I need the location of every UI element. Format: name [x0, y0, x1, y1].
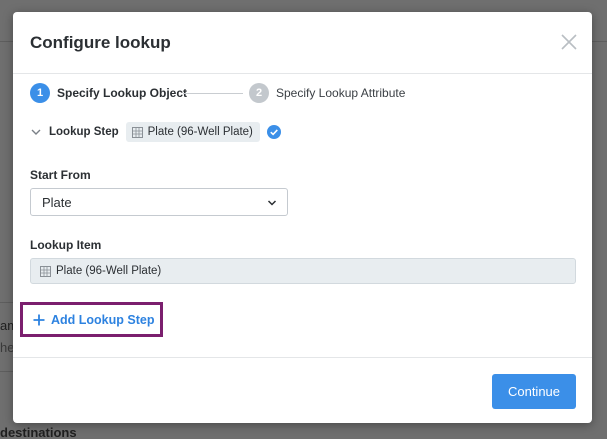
configure-lookup-modal: Configure lookup 1 Specify Lookup Object… — [13, 12, 592, 423]
check-circle-icon — [266, 125, 281, 139]
background-divider — [0, 371, 13, 372]
step-connector — [183, 93, 243, 94]
close-icon — [561, 34, 577, 50]
step-number-badge: 1 — [30, 83, 50, 103]
lookup-item-label: Lookup Item — [30, 238, 102, 252]
lookup-step-chip-label: Plate (96-Well Plate) — [147, 126, 253, 138]
close-button[interactable] — [559, 32, 579, 52]
continue-button[interactable]: Continue — [492, 374, 576, 409]
background-divider — [0, 302, 13, 303]
step-specify-lookup-object[interactable]: 1 Specify Lookup Object — [30, 83, 187, 103]
start-from-select[interactable]: Plate — [30, 188, 288, 216]
lookup-item-value: Plate (96-Well Plate) — [56, 265, 162, 277]
grid-icon — [40, 265, 51, 277]
add-lookup-step-button[interactable]: Add Lookup Step — [20, 302, 163, 337]
lookup-step-row[interactable]: Lookup Step Plate (96-Well Plate) — [30, 122, 281, 142]
add-lookup-step-label: Add Lookup Step — [51, 312, 155, 327]
header-divider — [13, 73, 592, 74]
step-specify-lookup-attribute[interactable]: 2 Specify Lookup Attribute — [249, 83, 405, 103]
lookup-item-field: Plate (96-Well Plate) — [30, 258, 576, 284]
start-from-label: Start From — [30, 168, 91, 182]
step-label: Specify Lookup Object — [57, 86, 188, 100]
chevron-down-icon[interactable] — [30, 126, 42, 138]
lookup-step-label: Lookup Step — [49, 126, 119, 138]
start-from-value: Plate — [42, 194, 72, 210]
background-text: destinations — [0, 425, 77, 439]
plus-icon — [33, 314, 45, 325]
footer-divider — [13, 357, 592, 358]
grid-icon — [131, 126, 143, 138]
lookup-step-chip[interactable]: Plate (96-Well Plate) — [125, 122, 260, 142]
chevron-down-icon — [267, 200, 277, 206]
step-label: Specify Lookup Attribute — [276, 86, 406, 100]
step-number-badge: 2 — [249, 83, 269, 103]
modal-title: Configure lookup — [30, 33, 171, 52]
